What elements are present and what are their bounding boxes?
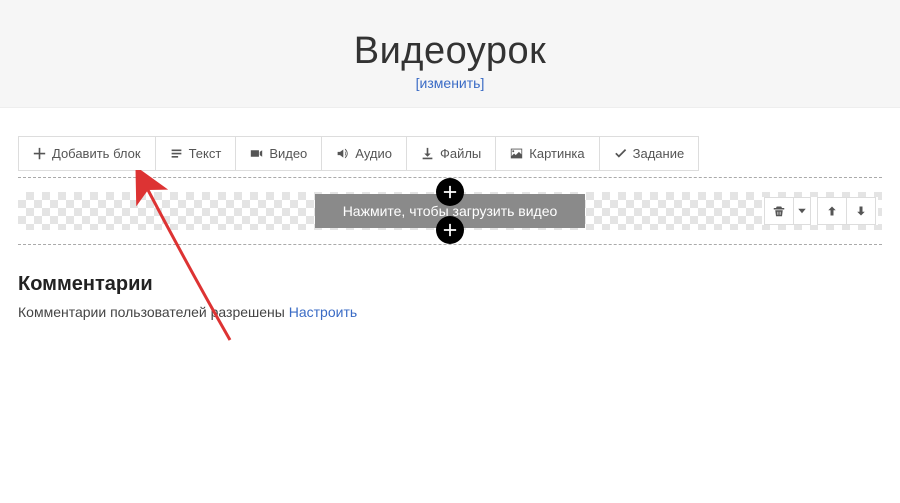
plus-icon: [443, 223, 457, 237]
block-toolbar: Добавить блок Текст Видео Аудио Файлы Ка…: [18, 136, 900, 171]
plus-icon: [443, 185, 457, 199]
arrow-up-icon: [826, 205, 838, 217]
audio-block-button[interactable]: Аудио: [321, 136, 407, 171]
check-icon: [614, 147, 627, 160]
edit-title-link[interactable]: [изменить]: [416, 75, 485, 91]
video-block-wrapper: Нажмите, чтобы загрузить видео: [0, 192, 900, 230]
image-block-label: Картинка: [529, 146, 584, 161]
text-block-label: Текст: [189, 146, 222, 161]
download-icon: [421, 147, 434, 160]
video-icon: [250, 147, 263, 160]
task-block-button[interactable]: Задание: [599, 136, 700, 171]
trash-icon: [773, 205, 785, 217]
add-block-below-button[interactable]: [436, 216, 464, 244]
text-block-button[interactable]: Текст: [155, 136, 237, 171]
image-icon: [510, 147, 523, 160]
add-block-button[interactable]: Добавить блок: [18, 136, 156, 171]
plus-icon: [33, 147, 46, 160]
delete-block-button[interactable]: [764, 197, 794, 225]
page-header: Видеоурок [изменить]: [0, 0, 900, 108]
video-block-button[interactable]: Видео: [235, 136, 322, 171]
files-block-label: Файлы: [440, 146, 481, 161]
comments-section: Комментарии Комментарии пользователей ра…: [18, 273, 900, 320]
block-actions: [762, 197, 878, 225]
audio-icon: [336, 147, 349, 160]
comments-configure-link[interactable]: Настроить: [289, 304, 357, 320]
video-upload-area: Нажмите, чтобы загрузить видео: [18, 192, 882, 230]
page-title: Видеоурок: [0, 30, 900, 73]
audio-block-label: Аудио: [355, 146, 392, 161]
dashed-separator: [18, 244, 882, 245]
text-icon: [170, 147, 183, 160]
files-block-button[interactable]: Файлы: [406, 136, 496, 171]
comments-heading: Комментарии: [18, 273, 900, 296]
caret-down-icon: [796, 205, 808, 217]
block-menu-dropdown[interactable]: [793, 197, 811, 225]
video-block-label: Видео: [269, 146, 307, 161]
add-block-above-button[interactable]: [436, 178, 464, 206]
task-block-label: Задание: [633, 146, 685, 161]
comments-status: Комментарии пользователей разрешены Наст…: [18, 304, 900, 320]
move-block-down-button[interactable]: [846, 197, 876, 225]
image-block-button[interactable]: Картинка: [495, 136, 599, 171]
add-block-label: Добавить блок: [52, 146, 141, 161]
arrow-down-icon: [855, 205, 867, 217]
comments-status-text: Комментарии пользователей разрешены: [18, 304, 289, 320]
move-block-up-button[interactable]: [817, 197, 847, 225]
